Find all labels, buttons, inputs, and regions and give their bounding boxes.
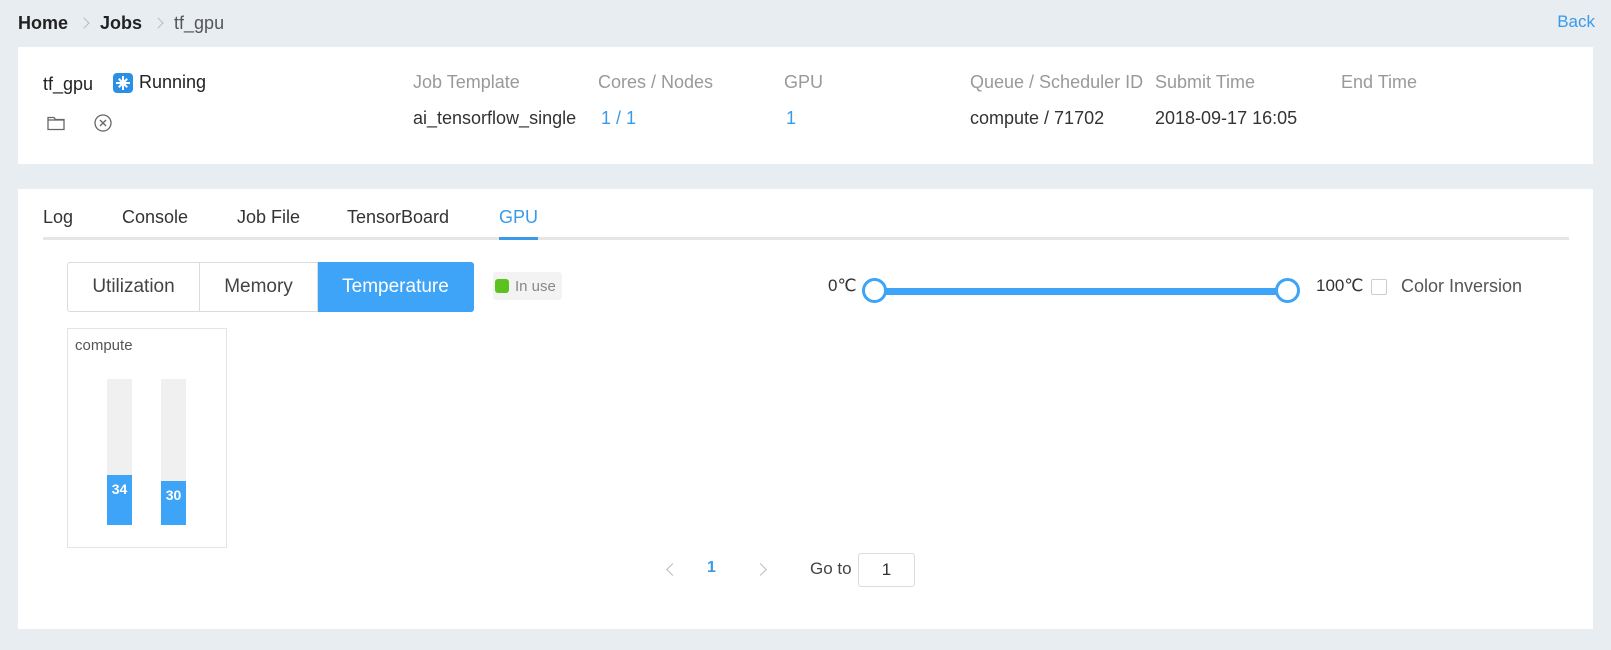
- status-label: Running: [139, 72, 207, 92]
- in-use-color-swatch: [495, 279, 509, 293]
- utilization-button[interactable]: Utilization: [67, 262, 200, 312]
- tab-tensorboard[interactable]: TensorBoard: [347, 203, 449, 240]
- cancel-job-icon[interactable]: [93, 113, 113, 133]
- gpu-bar[interactable]: 34: [107, 379, 132, 525]
- col-value: ai_tensorflow_single: [413, 108, 577, 128]
- gpu-bar[interactable]: 30: [161, 379, 186, 525]
- job-detail-panel: Log Console Job File TensorBoard GPU Uti…: [18, 189, 1593, 629]
- range-max-label: 100℃: [1316, 276, 1364, 295]
- breadcrumb-current: tf_gpu: [174, 12, 225, 33]
- goto-page-input[interactable]: [858, 553, 915, 587]
- goto-label: Go to: [810, 559, 852, 578]
- col-header: Job Template: [413, 72, 520, 92]
- col-queue: Queue / Scheduler ID compute / 71702: [970, 72, 1143, 129]
- col-submit-time: Submit Time 2018-09-17 16:05: [1155, 72, 1297, 129]
- node-name: compute: [75, 337, 133, 354]
- chevron-right-icon: [78, 17, 90, 29]
- color-inversion-toggle[interactable]: Color Inversion: [1371, 276, 1522, 297]
- tab-job-file[interactable]: Job File: [237, 203, 300, 240]
- col-gpu: GPU 1: [784, 72, 823, 129]
- in-use-legend: In use: [493, 272, 562, 300]
- in-use-label: In use: [515, 277, 556, 295]
- col-value: 2018-09-17 16:05: [1155, 108, 1298, 128]
- gpu-bar-fill: 30: [161, 481, 186, 525]
- running-icon: [113, 72, 133, 93]
- breadcrumb: Home Jobs tf_gpu Back: [18, 10, 1595, 36]
- metric-selector: Utilization Memory Temperature: [67, 262, 474, 312]
- col-end-time: End Time: [1341, 72, 1417, 108]
- pagination: 1 Go to: [18, 553, 1593, 587]
- col-value: compute / 71702: [970, 108, 1105, 128]
- slider-min-handle[interactable]: [862, 278, 887, 303]
- col-header: End Time: [1341, 72, 1418, 92]
- folder-icon[interactable]: [46, 113, 66, 133]
- prev-page-icon[interactable]: [666, 563, 679, 576]
- next-page-icon[interactable]: [754, 563, 767, 576]
- back-link[interactable]: Back: [1557, 12, 1595, 32]
- chevron-right-icon: [152, 17, 164, 29]
- gpu-node-card[interactable]: compute 34 30: [67, 328, 227, 548]
- breadcrumb-home[interactable]: Home: [18, 13, 68, 34]
- range-min-label: 0℃: [828, 276, 857, 295]
- memory-button[interactable]: Memory: [200, 262, 318, 312]
- job-info-card: tf_gpu Running Job Template ai_tensorflo…: [18, 47, 1593, 164]
- temperature-button[interactable]: Temperature: [318, 262, 474, 312]
- cores-nodes-link[interactable]: 1 / 1: [598, 108, 713, 129]
- tab-bar: Log Console Job File TensorBoard GPU: [43, 203, 1569, 240]
- color-inversion-label: Color Inversion: [1401, 276, 1523, 296]
- col-header: GPU: [784, 72, 824, 92]
- temperature-range-slider[interactable]: [874, 288, 1287, 295]
- job-name: tf_gpu: [43, 74, 94, 94]
- gpu-count-link[interactable]: 1: [784, 108, 823, 129]
- tab-gpu[interactable]: GPU: [499, 203, 539, 240]
- breadcrumb-jobs[interactable]: Jobs: [100, 13, 142, 34]
- color-inversion-checkbox[interactable]: [1371, 278, 1387, 295]
- col-job-template: Job Template ai_tensorflow_single: [413, 72, 576, 129]
- col-header: Queue / Scheduler ID: [970, 72, 1144, 92]
- col-header: Cores / Nodes: [598, 72, 714, 92]
- col-header: Submit Time: [1155, 72, 1256, 92]
- tab-console[interactable]: Console: [122, 203, 188, 240]
- col-cores-nodes: Cores / Nodes 1 / 1: [598, 72, 713, 129]
- tab-log[interactable]: Log: [43, 203, 73, 240]
- gpu-bar-fill: 34: [107, 475, 132, 525]
- slider-max-handle[interactable]: [1275, 278, 1300, 303]
- page-number[interactable]: 1: [707, 559, 716, 577]
- status-badge: Running: [113, 72, 206, 93]
